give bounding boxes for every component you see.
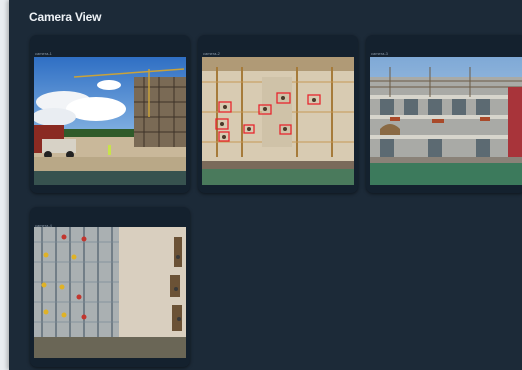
panel-title: Camera View <box>29 10 102 24</box>
camera-label: camera-2 <box>203 51 220 56</box>
camera-label: camera-1 <box>35 51 52 56</box>
camera-feed-thumbnail[interactable] <box>370 57 522 185</box>
camera-card[interactable]: camera-4 <box>30 207 190 367</box>
camera-view-panel: Camera View camera-1 camera-2 camera-3 c… <box>9 0 522 370</box>
camera-label: camera-3 <box>371 51 388 56</box>
camera-card[interactable]: camera-3 <box>366 35 522 193</box>
camera-feed-thumbnail[interactable] <box>34 57 186 185</box>
camera-card[interactable]: camera-2 <box>198 35 358 193</box>
camera-feed-thumbnail[interactable] <box>34 227 186 358</box>
camera-feed-thumbnail[interactable] <box>202 57 354 185</box>
camera-card[interactable]: camera-1 <box>30 35 190 193</box>
